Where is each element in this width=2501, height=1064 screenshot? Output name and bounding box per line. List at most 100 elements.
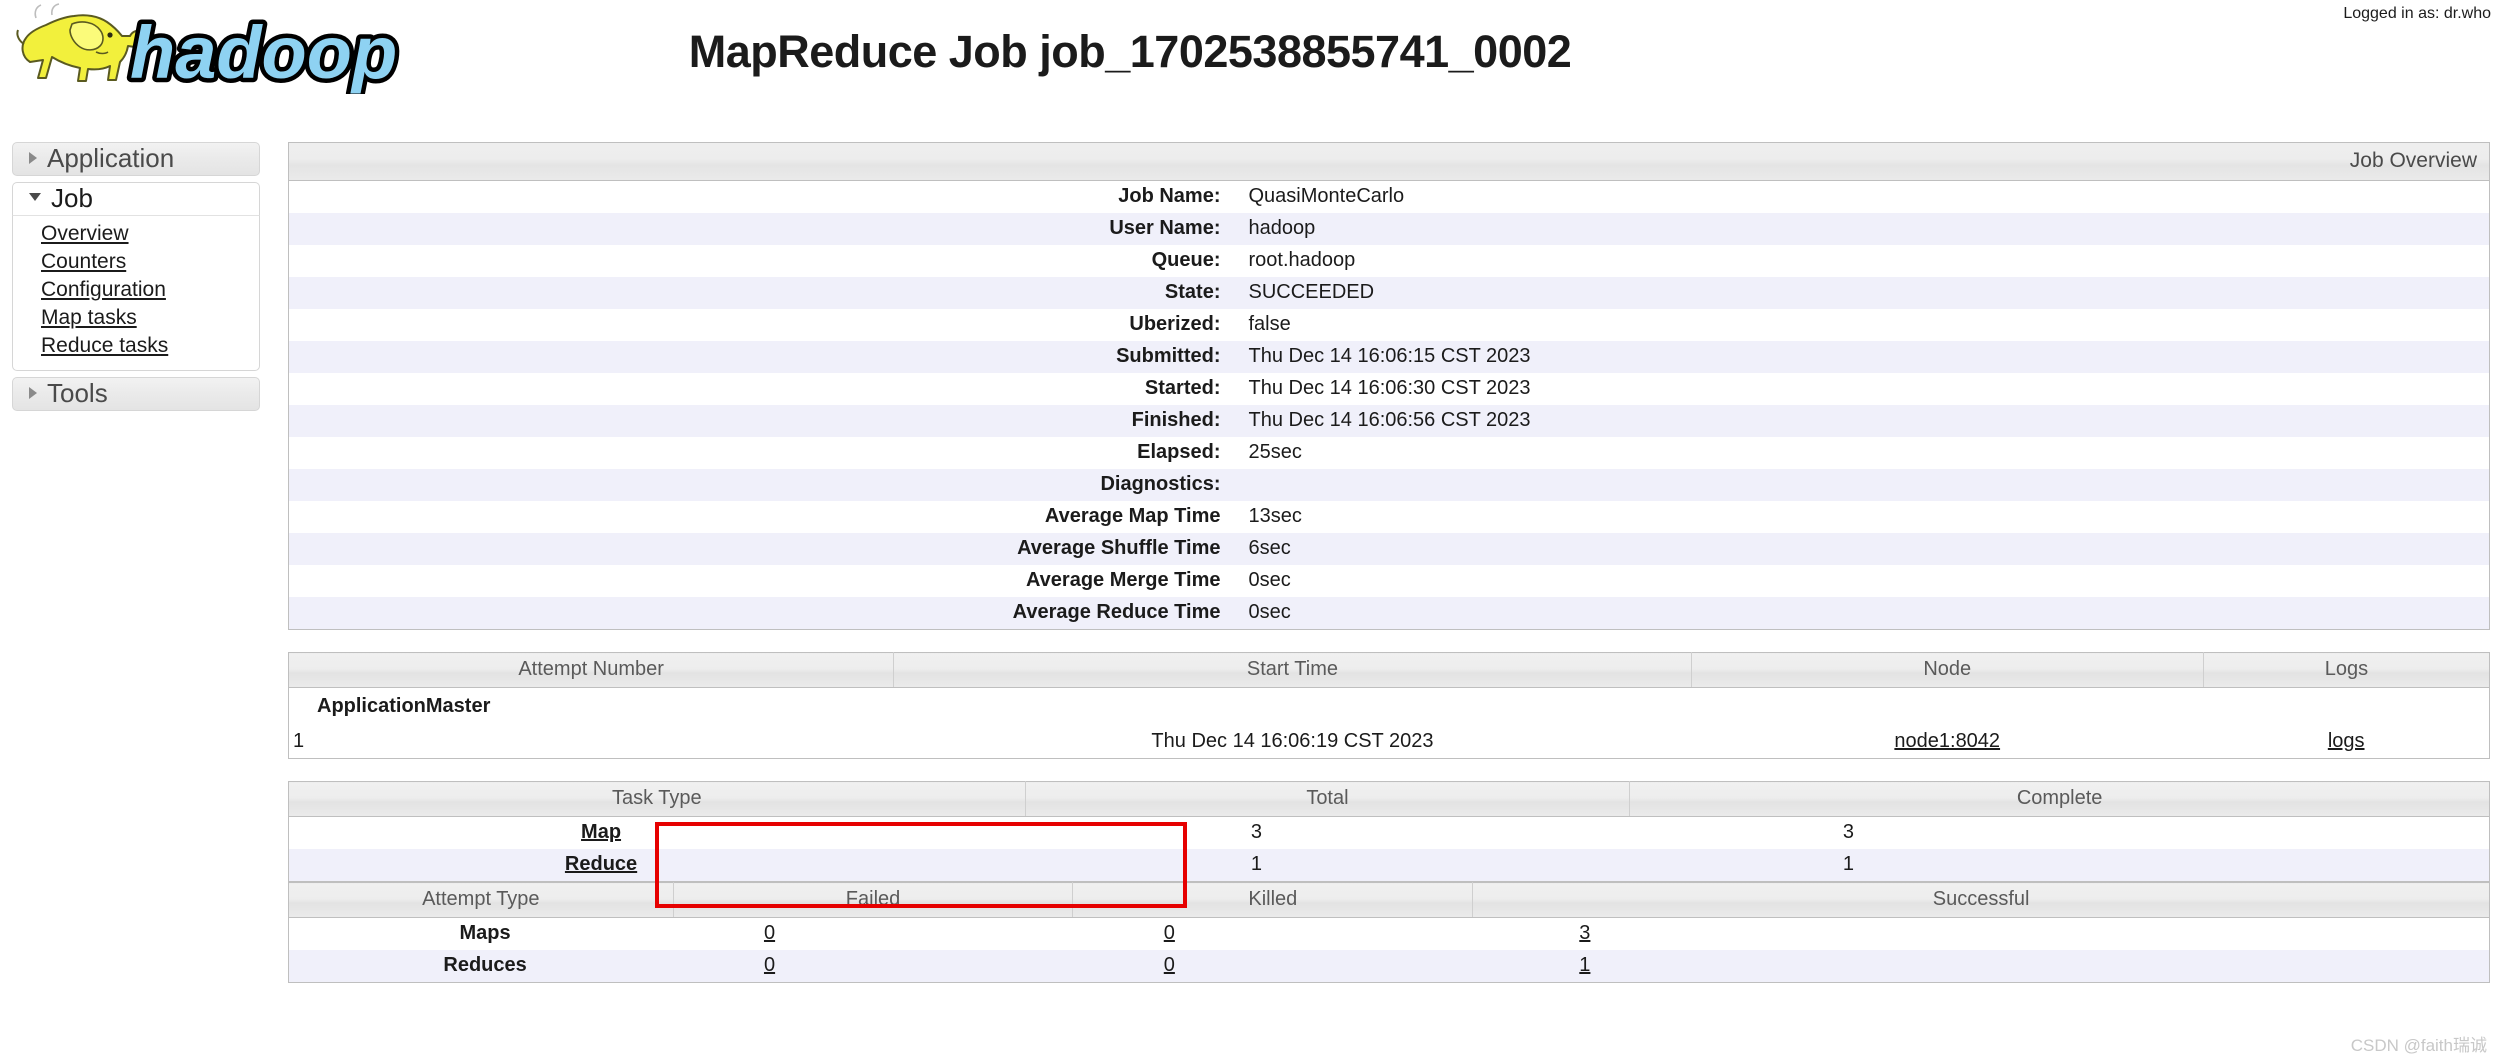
table-row: Map 3 3 — [288, 816, 2490, 849]
maps-failed-link[interactable]: 0 — [764, 922, 775, 944]
sidebar: Application Job Overview Counters Config… — [12, 142, 260, 411]
sidebar-section-job-label: Job — [51, 183, 93, 213]
table-row: Job Name: QuasiMonteCarlo — [288, 180, 2490, 213]
maps-successful-link[interactable]: 3 — [1579, 922, 1590, 944]
sidebar-item-map-tasks[interactable]: Map tasks — [41, 304, 137, 332]
task-type-reduce-cell: Reduce — [288, 849, 1026, 882]
started-label: Started: — [288, 373, 1234, 405]
column-complete: Complete — [1629, 781, 2490, 817]
started-value: Thu Dec 14 16:06:30 CST 2023 — [1233, 373, 2490, 405]
table-row: Finished: Thu Dec 14 16:06:56 CST 2023 — [288, 405, 2490, 437]
reduces-killed-cell: 0 — [1072, 950, 1473, 983]
column-successful: Successful — [1472, 882, 2490, 918]
average-merge-time-value: 0sec — [1233, 565, 2490, 597]
svg-text:hadoop: hadoop — [130, 11, 397, 94]
attempt-type-maps: Maps — [288, 917, 674, 950]
sidebar-item-reduce-tasks[interactable]: Reduce tasks — [41, 332, 168, 360]
sidebar-job-items: Overview Counters Configuration Map task… — [12, 216, 260, 371]
am-node-cell: node1:8042 — [1691, 726, 2204, 759]
table-row: Average Merge Time 0sec — [288, 565, 2490, 597]
maps-successful-cell: 3 — [1472, 917, 2490, 950]
table-header-row: Task Type Total Complete — [288, 781, 2490, 817]
finished-value: Thu Dec 14 16:06:56 CST 2023 — [1233, 405, 2490, 437]
task-reduce-total: 1 — [1025, 849, 1630, 882]
column-task-type: Task Type — [288, 781, 1026, 817]
table-row: Started: Thu Dec 14 16:06:30 CST 2023 — [288, 373, 2490, 405]
sidebar-item-configuration[interactable]: Configuration — [41, 276, 166, 304]
sidebar-section-tools[interactable]: Tools — [12, 376, 260, 411]
column-node: Node — [1691, 652, 2204, 688]
column-attempt-type: Attempt Type — [288, 882, 674, 918]
elapsed-label: Elapsed: — [288, 437, 1234, 469]
average-reduce-time-label: Average Reduce Time — [288, 597, 1234, 630]
reduces-failed-link[interactable]: 0 — [764, 954, 775, 976]
table-row: Average Map Time 13sec — [288, 501, 2490, 533]
user-name-label: User Name: — [288, 213, 1234, 245]
finished-label: Finished: — [288, 405, 1234, 437]
sidebar-item-overview[interactable]: Overview — [41, 220, 129, 248]
state-value: SUCCEEDED — [1233, 277, 2490, 309]
reduces-successful-link[interactable]: 1 — [1579, 954, 1590, 976]
sidebar-section-application[interactable]: Application — [12, 142, 260, 176]
chevron-right-icon — [29, 386, 37, 399]
column-logs: Logs — [2203, 652, 2490, 688]
table-row: Uberized: false — [288, 309, 2490, 341]
page-title: MapReduce Job job_1702538855741_0002 — [688, 26, 1572, 77]
table-header-row: Attempt Number Start Time Node Logs — [288, 652, 2490, 688]
average-merge-time-label: Average Merge Time — [288, 565, 1234, 597]
sidebar-item-counters[interactable]: Counters — [41, 248, 126, 276]
job-name-label: Job Name: — [288, 180, 1234, 213]
table-row: Reduce 1 1 — [288, 849, 2490, 882]
uberized-value: false — [1233, 309, 2490, 341]
state-label: State: — [288, 277, 1234, 309]
job-name-value: QuasiMonteCarlo — [1233, 180, 2490, 213]
sidebar-section-application-label: Application — [47, 143, 175, 173]
section-spacer-2 — [288, 759, 2490, 781]
average-shuffle-time-value: 6sec — [1233, 533, 2490, 565]
queue-value: root.hadoop — [1233, 245, 2490, 277]
task-reduce-complete: 1 — [1629, 849, 2490, 882]
application-master-table: ApplicationMaster Attempt Number Start T… — [288, 652, 2490, 759]
task-summary-table: Task Type Total Complete Map 3 3 Reduce — [288, 781, 2490, 882]
diagnostics-value — [1233, 469, 2490, 501]
average-map-time-value: 13sec — [1233, 501, 2490, 533]
task-type-reduce-link[interactable]: Reduce — [565, 853, 637, 875]
attempt-type-reduces: Reduces — [288, 950, 674, 983]
column-total: Total — [1025, 781, 1631, 817]
submitted-value: Thu Dec 14 16:06:15 CST 2023 — [1233, 341, 2490, 373]
table-row: Average Reduce Time 0sec — [288, 597, 2490, 630]
table-row: Average Shuffle Time 6sec — [288, 533, 2490, 565]
submitted-label: Submitted: — [288, 341, 1234, 373]
task-map-complete: 3 — [1629, 816, 2490, 849]
table-header-row: Attempt Type Failed Killed Successful — [288, 882, 2490, 918]
table-row: Reduces 0 0 1 — [288, 950, 2490, 983]
maps-killed-link[interactable]: 0 — [1164, 922, 1175, 944]
table-row: Maps 0 0 3 — [288, 917, 2490, 950]
table-row: 1 Thu Dec 14 16:06:19 CST 2023 node1:804… — [288, 726, 2490, 759]
reduces-failed-cell: 0 — [673, 950, 1073, 983]
watermark: CSDN @faith瑞诚 — [2350, 1036, 2487, 1055]
table-row: Queue: root.hadoop — [288, 245, 2490, 277]
logged-in-label: Logged in as: dr.who — [2343, 5, 2491, 22]
user-name-value: hadoop — [1233, 213, 2490, 245]
average-map-time-label: Average Map Time — [288, 501, 1234, 533]
table-row: Diagnostics: — [288, 469, 2490, 501]
am-logs-cell: logs — [2203, 726, 2490, 759]
job-overview-caption: Job Overview — [288, 142, 2490, 180]
task-type-map-cell: Map — [288, 816, 1026, 849]
column-killed: Killed — [1072, 882, 1474, 918]
reduces-killed-link[interactable]: 0 — [1164, 954, 1175, 976]
column-failed: Failed — [673, 882, 1074, 918]
maps-failed-cell: 0 — [673, 917, 1073, 950]
table-row: User Name: hadoop — [288, 213, 2490, 245]
application-master-title: ApplicationMaster — [288, 687, 2490, 726]
am-node-link[interactable]: node1:8042 — [1894, 730, 2000, 752]
task-type-map-link[interactable]: Map — [581, 821, 621, 843]
diagnostics-label: Diagnostics: — [288, 469, 1234, 501]
hadoop-logo[interactable]: hadoop hadoop — [12, 2, 482, 94]
am-logs-link[interactable]: logs — [2328, 730, 2365, 752]
chevron-right-icon — [29, 152, 37, 164]
task-map-total: 3 — [1025, 816, 1630, 849]
sidebar-section-job[interactable]: Job — [12, 182, 260, 216]
